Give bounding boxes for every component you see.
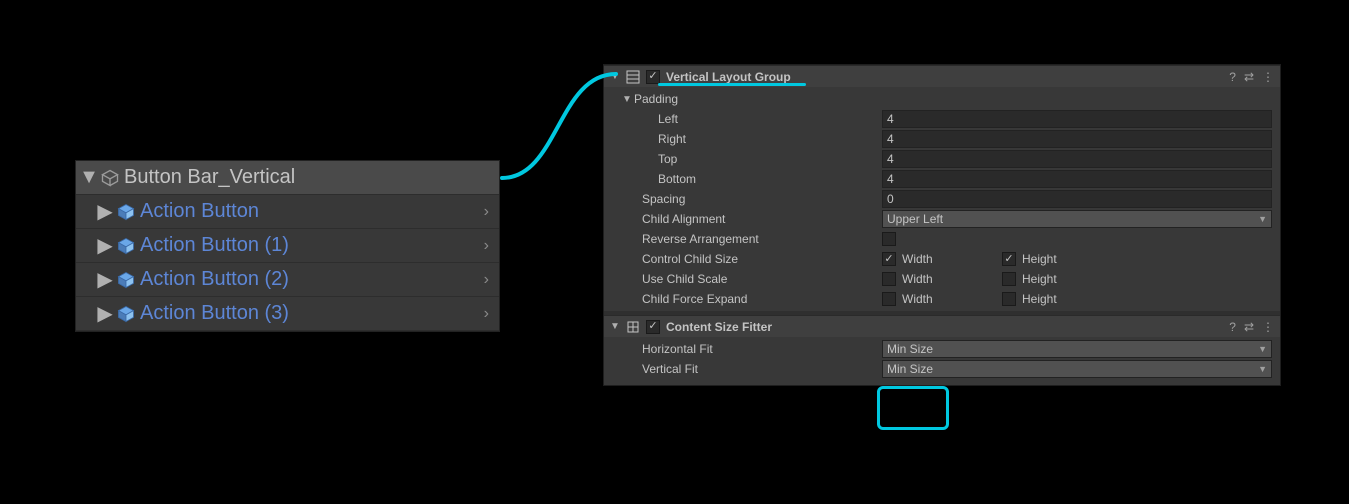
- width-label: Width: [902, 292, 933, 306]
- control-height-checkbox[interactable]: [1002, 252, 1016, 266]
- annotation-underline: [658, 83, 806, 86]
- reverse-arrangement-label: Reverse Arrangement: [642, 232, 882, 246]
- foldout-right-icon[interactable]: ▶: [98, 307, 112, 321]
- vertical-fit-label: Vertical Fit: [642, 362, 882, 376]
- hierarchy-child-label: Action Button (2): [140, 268, 480, 291]
- prefab-cube-icon: [116, 202, 136, 222]
- padding-right-label: Right: [658, 132, 882, 146]
- hierarchy-row-root[interactable]: ▼ Button Bar_Vertical: [76, 161, 499, 195]
- usescale-height-checkbox[interactable]: [1002, 272, 1016, 286]
- hierarchy-child-label: Action Button (3): [140, 302, 480, 325]
- component-body-csf: Horizontal Fit Min Size ▼ Vertical Fit M…: [604, 337, 1280, 385]
- component-header-csf[interactable]: ▼ Content Size Fitter ? ⇄ ⋮: [604, 315, 1280, 337]
- reverse-arrangement-checkbox[interactable]: [882, 232, 896, 246]
- child-alignment-value: Upper Left: [887, 212, 943, 226]
- height-label: Height: [1022, 272, 1057, 286]
- hierarchy-row-child[interactable]: ▶ Action Button (1) ›: [76, 229, 499, 263]
- hierarchy-row-child[interactable]: ▶ Action Button ›: [76, 195, 499, 229]
- help-icon[interactable]: ?: [1229, 70, 1236, 84]
- annotation-highlight-box: [877, 386, 949, 430]
- padding-left-row: Left: [604, 109, 1280, 129]
- horizontal-fit-label: Horizontal Fit: [642, 342, 882, 356]
- child-force-expand-label: Child Force Expand: [642, 292, 882, 306]
- height-label: Height: [1022, 292, 1057, 306]
- chevron-down-icon: ▼: [1258, 364, 1267, 374]
- spacing-input[interactable]: [882, 190, 1272, 208]
- prefab-cube-icon: [116, 270, 136, 290]
- hierarchy-child-label: Action Button (1): [140, 234, 480, 257]
- padding-top-input[interactable]: [882, 150, 1272, 168]
- chevron-down-icon: ▼: [1258, 214, 1267, 224]
- prefab-open-icon[interactable]: ›: [484, 271, 489, 289]
- forceexp-height-checkbox[interactable]: [1002, 292, 1016, 306]
- horizontal-fit-row: Horizontal Fit Min Size ▼: [604, 339, 1280, 359]
- control-child-size-row: Control Child Size Width Height: [604, 249, 1280, 269]
- child-force-expand-row: Child Force Expand Width Height: [604, 289, 1280, 309]
- prefab-open-icon[interactable]: ›: [484, 305, 489, 323]
- forceexp-width-checkbox[interactable]: [882, 292, 896, 306]
- content-size-fitter-icon: [626, 320, 640, 334]
- padding-top-row: Top: [604, 149, 1280, 169]
- context-menu-icon[interactable]: ⋮: [1262, 320, 1274, 334]
- layout-group-icon: [626, 70, 640, 84]
- horizontal-fit-dropdown[interactable]: Min Size ▼: [882, 340, 1272, 358]
- foldout-down-icon[interactable]: ▼: [622, 94, 634, 105]
- hierarchy-row-child[interactable]: ▶ Action Button (2) ›: [76, 263, 499, 297]
- component-body-vlg: ▼ Padding Left Right Top Bottom Spacing …: [604, 87, 1280, 311]
- padding-left-label: Left: [658, 112, 882, 126]
- width-label: Width: [902, 272, 933, 286]
- padding-label: Padding: [634, 92, 907, 106]
- component-title: Vertical Layout Group: [666, 70, 1223, 84]
- padding-top-label: Top: [658, 152, 882, 166]
- child-alignment-row: Child Alignment Upper Left ▼: [604, 209, 1280, 229]
- foldout-down-icon[interactable]: ▼: [610, 71, 620, 82]
- chevron-down-icon: ▼: [1258, 344, 1267, 354]
- padding-right-row: Right: [604, 129, 1280, 149]
- foldout-down-icon[interactable]: ▼: [82, 171, 96, 185]
- use-child-scale-label: Use Child Scale: [642, 272, 882, 286]
- prefab-cube-icon: [116, 236, 136, 256]
- usescale-width-checkbox[interactable]: [882, 272, 896, 286]
- component-title: Content Size Fitter: [666, 320, 1223, 334]
- height-label: Height: [1022, 252, 1057, 266]
- hierarchy-row-child[interactable]: ▶ Action Button (3) ›: [76, 297, 499, 331]
- spacing-row: Spacing: [604, 189, 1280, 209]
- foldout-right-icon[interactable]: ▶: [98, 273, 112, 287]
- padding-bottom-row: Bottom: [604, 169, 1280, 189]
- prefab-open-icon[interactable]: ›: [484, 237, 489, 255]
- use-child-scale-row: Use Child Scale Width Height: [604, 269, 1280, 289]
- gameobject-cube-icon: [100, 168, 120, 188]
- control-width-checkbox[interactable]: [882, 252, 896, 266]
- padding-bottom-label: Bottom: [658, 172, 882, 186]
- component-enabled-checkbox[interactable]: [646, 320, 660, 334]
- vertical-fit-row: Vertical Fit Min Size ▼: [604, 359, 1280, 379]
- child-alignment-dropdown[interactable]: Upper Left ▼: [882, 210, 1272, 228]
- vertical-fit-value: Min Size: [887, 362, 933, 376]
- padding-right-input[interactable]: [882, 130, 1272, 148]
- padding-bottom-input[interactable]: [882, 170, 1272, 188]
- hierarchy-child-label: Action Button: [140, 200, 480, 223]
- prefab-open-icon[interactable]: ›: [484, 203, 489, 221]
- hierarchy-root-label: Button Bar_Vertical: [124, 166, 493, 189]
- help-icon[interactable]: ?: [1229, 320, 1236, 334]
- spacing-label: Spacing: [642, 192, 882, 206]
- prefab-cube-icon: [116, 304, 136, 324]
- preset-icon[interactable]: ⇄: [1244, 320, 1254, 334]
- foldout-right-icon[interactable]: ▶: [98, 239, 112, 253]
- reverse-arrangement-row: Reverse Arrangement: [604, 229, 1280, 249]
- padding-foldout[interactable]: ▼ Padding: [604, 89, 1280, 109]
- hierarchy-panel: ▼ Button Bar_Vertical ▶ Action Button › …: [75, 160, 500, 332]
- foldout-down-icon[interactable]: ▼: [610, 321, 620, 332]
- inspector-panel: ▼ Vertical Layout Group ? ⇄ ⋮ ▼ Padding …: [603, 64, 1281, 386]
- preset-icon[interactable]: ⇄: [1244, 70, 1254, 84]
- child-alignment-label: Child Alignment: [642, 212, 882, 226]
- vertical-fit-dropdown[interactable]: Min Size ▼: [882, 360, 1272, 378]
- control-child-size-label: Control Child Size: [642, 252, 882, 266]
- horizontal-fit-value: Min Size: [887, 342, 933, 356]
- context-menu-icon[interactable]: ⋮: [1262, 70, 1274, 84]
- component-enabled-checkbox[interactable]: [646, 70, 660, 84]
- padding-left-input[interactable]: [882, 110, 1272, 128]
- width-label: Width: [902, 252, 933, 266]
- foldout-right-icon[interactable]: ▶: [98, 205, 112, 219]
